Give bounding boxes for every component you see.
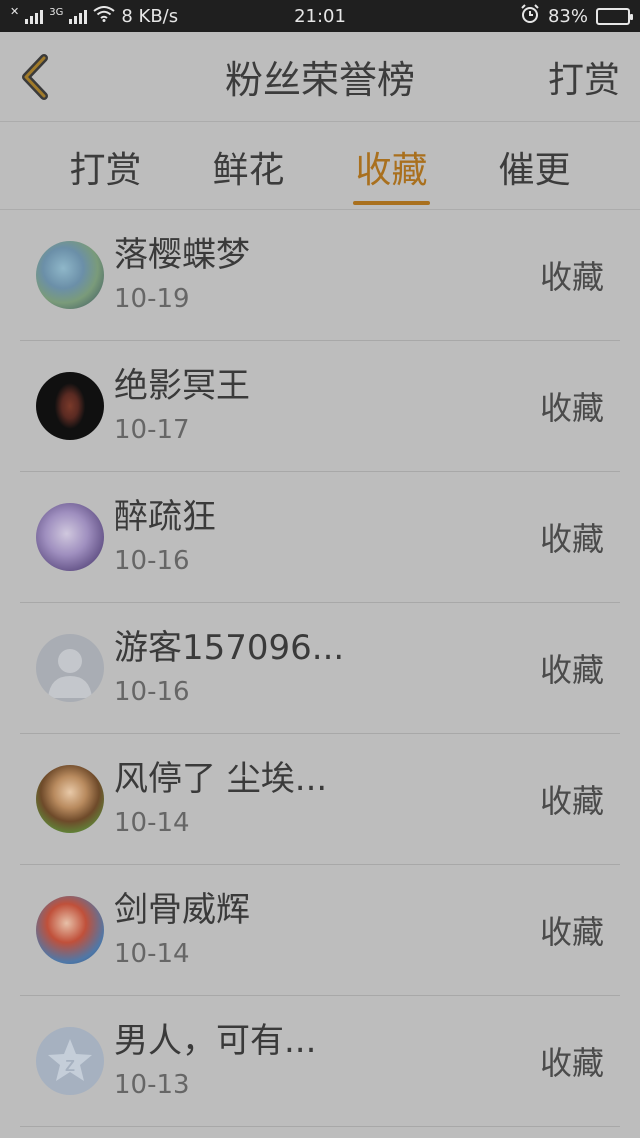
- fan-name: 绝影冥王: [114, 366, 250, 406]
- tab-favorites[interactable]: 收藏: [353, 122, 430, 209]
- fan-date: 10-16: [114, 546, 190, 576]
- network-type-badge: 3G: [49, 6, 64, 18]
- status-left: ✕ 3G 8 KB/s: [10, 4, 179, 27]
- list-item[interactable]: 绝影冥王 10-17 收藏: [20, 341, 620, 472]
- fan-action: 收藏: [539, 782, 604, 820]
- list-item[interactable]: 游客157096... 10-16 收藏: [20, 603, 620, 734]
- signal-icon-2: [69, 8, 88, 24]
- fan-action: 收藏: [539, 1044, 604, 1082]
- fan-name: 男人，可有...: [114, 1021, 317, 1061]
- fan-action: 收藏: [539, 520, 604, 558]
- wifi-icon: [93, 5, 115, 27]
- fan-action: 收藏: [539, 913, 604, 951]
- avatar: [36, 503, 104, 571]
- chevron-left-icon: [22, 53, 48, 100]
- fan-name: 风停了 尘埃...: [114, 759, 328, 799]
- battery-icon: [596, 7, 633, 25]
- status-bar: ✕ 3G 8 KB/s 21:01 83%: [0, 0, 640, 32]
- list-item[interactable]: 剑骨威辉 10-14 收藏: [20, 865, 620, 996]
- default-avatar-icon: [36, 634, 104, 702]
- fan-date: 10-16: [114, 677, 190, 707]
- fan-name: 落樱蝶梦: [114, 235, 250, 275]
- status-right: 83%: [520, 3, 633, 29]
- alarm-icon: [520, 3, 540, 29]
- list-item[interactable]: Z 男人，可有... 10-13 收藏: [20, 996, 620, 1127]
- list-item[interactable]: 风停了 尘埃... 10-14 收藏: [20, 734, 620, 865]
- tab-urge-update[interactable]: 催更: [498, 122, 570, 209]
- fan-date: 10-13: [114, 1070, 190, 1100]
- tab-flowers[interactable]: 鲜花: [212, 122, 284, 209]
- fan-name: 醉疏狂: [114, 497, 216, 537]
- list-item[interactable]: 落樱蝶梦 10-19 收藏: [20, 210, 620, 341]
- reward-button[interactable]: 打赏: [548, 51, 620, 103]
- battery-percent: 83%: [547, 5, 588, 27]
- network-speed: 8 KB/s: [121, 5, 179, 27]
- fan-list: 落樱蝶梦 10-19 收藏 绝影冥王 10-17 收藏 醉疏狂 10-16 收藏…: [0, 210, 640, 1127]
- fan-date: 10-19: [114, 284, 190, 314]
- avatar: [36, 241, 104, 309]
- fan-name: 游客157096...: [114, 628, 345, 668]
- tab-bar: 打赏 鲜花 收藏 催更: [0, 122, 640, 210]
- avatar: [36, 896, 104, 964]
- fan-date: 10-17: [114, 415, 190, 445]
- fan-date: 10-14: [114, 808, 190, 838]
- avatar: [36, 765, 104, 833]
- no-sim-signal-icon: ✕: [10, 4, 20, 18]
- qzone-avatar-icon: Z: [36, 1027, 104, 1095]
- avatar: [36, 372, 104, 440]
- tab-reward[interactable]: 打赏: [69, 122, 141, 209]
- svg-text:Z: Z: [65, 1058, 75, 1075]
- title-bar: 粉丝荣誉榜 打赏: [0, 32, 640, 122]
- fan-action: 收藏: [539, 258, 604, 296]
- page-title: 粉丝荣誉榜: [224, 58, 415, 102]
- fan-action: 收藏: [539, 651, 604, 689]
- list-item[interactable]: 醉疏狂 10-16 收藏: [20, 472, 620, 603]
- fan-action: 收藏: [539, 389, 604, 427]
- fan-date: 10-14: [114, 939, 190, 969]
- back-button[interactable]: [0, 32, 70, 122]
- fan-name: 剑骨威辉: [114, 890, 250, 930]
- signal-icon: [25, 8, 44, 24]
